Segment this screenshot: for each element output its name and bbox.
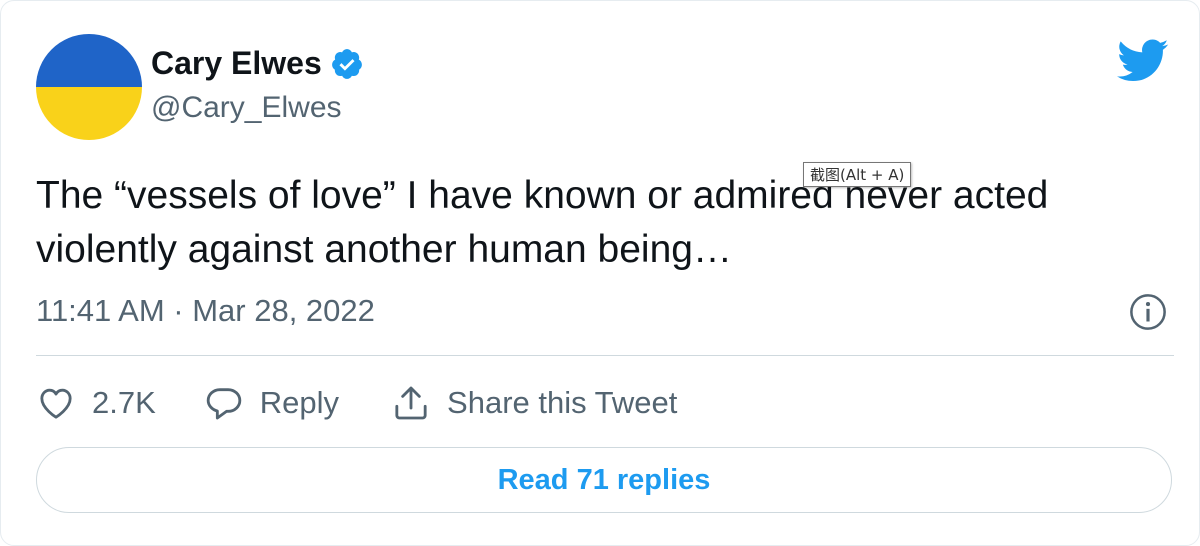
divider [36,355,1174,356]
avatar[interactable] [36,34,142,140]
share-icon [395,386,427,420]
tweet-text-line-1: The “vessels of love” I have known or ad… [36,174,1049,217]
heart-icon [40,388,72,419]
author-name[interactable]: Cary Elwes [151,45,322,82]
avatar-flag-top [36,34,142,87]
screenshot-tooltip: 截图(Alt + A) [803,162,912,187]
tweet-text: The “vessels of love” I have known or ad… [36,169,1176,277]
author-name-row[interactable]: Cary Elwes [151,45,364,82]
info-icon[interactable] [1129,293,1167,331]
author-handle[interactable]: @Cary_Elwes [151,91,342,125]
avatar-flag-bottom [36,87,142,140]
reply-button[interactable]: Reply [204,383,339,423]
twitter-bird-icon[interactable] [1117,39,1169,83]
read-replies-button[interactable]: Read 71 replies [36,447,1172,513]
reply-label: Reply [259,385,340,420]
verified-badge-icon [331,48,362,79]
share-label: Share this Tweet [447,385,678,420]
like-count: 2.7K [92,385,156,420]
share-button[interactable]: Share this Tweet [391,383,677,423]
tweet-card: Cary Elwes @Cary_Elwes The “vessels of l… [0,0,1200,546]
action-bar: 2.7K Reply Share this Tweet [36,381,677,425]
like-button[interactable]: 2.7K [36,383,156,423]
tweet-timestamp[interactable]: 11:41 AM · Mar 28, 2022 [36,293,375,329]
tweet-text-line-2: violently against another human being… [36,228,732,271]
reply-bubble-icon [206,388,242,420]
